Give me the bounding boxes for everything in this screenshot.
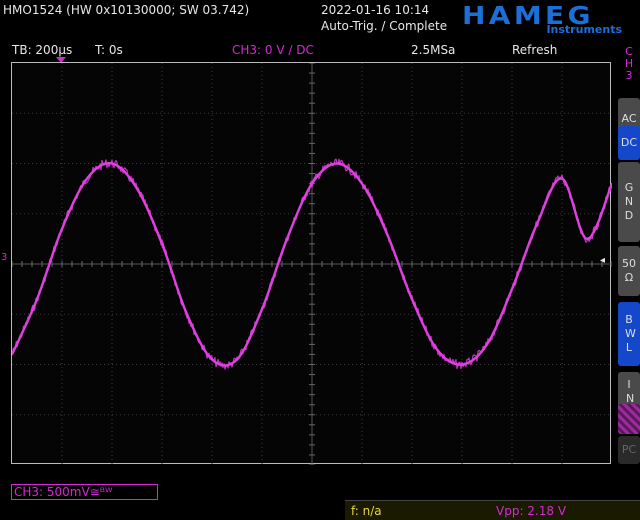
- trigger-status: Auto-Trig. / Complete: [321, 19, 448, 33]
- side-menu-channel-label: C H 3: [618, 46, 640, 82]
- trace-point: [61, 228, 63, 230]
- coupling-gnd-button[interactable]: G N D: [618, 162, 640, 242]
- channel3-scale-box[interactable]: CH3: 500mV≅ᴮᵂ: [11, 484, 158, 500]
- frequency-measurement: f: n/a: [351, 504, 382, 518]
- trace-point: [186, 313, 188, 316]
- waveform-graticule: [10, 62, 614, 466]
- trace-point: [311, 182, 313, 185]
- channel-digit-3: 3: [625, 69, 633, 82]
- trace-point: [236, 358, 238, 361]
- sample-rate-readout: 2.5MSa: [411, 43, 456, 57]
- trace-point: [336, 162, 338, 165]
- trace-point: [386, 233, 388, 235]
- bandwidth-limit-button[interactable]: B W L: [618, 302, 640, 366]
- trace-point: [36, 298, 38, 300]
- header-bar: HMO1524 (HW 0x10130000; SW 03.742) 2022-…: [0, 0, 640, 40]
- timebase-readout[interactable]: TB: 200µs: [12, 43, 72, 57]
- trace-point: [161, 243, 163, 245]
- hatched-menu-button[interactable]: [618, 404, 640, 434]
- trace-point: [486, 343, 488, 346]
- trace-point: [411, 298, 413, 300]
- trace-point: [286, 238, 288, 240]
- trace-point: [136, 187, 138, 190]
- coupling-dc-button[interactable]: DC: [618, 126, 640, 160]
- trace-point: [536, 223, 538, 225]
- logo-subtext: Instruments: [546, 23, 622, 36]
- impedance-50ohm-button[interactable]: 50 Ω: [618, 246, 640, 296]
- trigger-level-marker[interactable]: ◂: [600, 254, 605, 268]
- measurement-bar: f: n/a Vpp: 2.18 V: [345, 500, 640, 520]
- hameg-logo: HAMEG Instruments: [462, 1, 630, 37]
- waveform-display[interactable]: [10, 62, 614, 466]
- trace-point: [86, 177, 88, 180]
- trace-point: [586, 238, 588, 240]
- trace-point: [111, 162, 113, 165]
- trace-point: [261, 308, 263, 310]
- trigger-time-readout[interactable]: T: 0s: [95, 43, 123, 57]
- acquisition-mode[interactable]: Refresh: [512, 43, 557, 57]
- trace-point: [211, 358, 213, 361]
- info-bar: TB: 200µs T: 0s CH3: 0 V ∕ DC 2.5MSa Ref…: [0, 41, 612, 59]
- trace-point: [436, 348, 438, 351]
- model-info: HMO1524 (HW 0x10130000; SW 03.742): [3, 3, 250, 17]
- trace-point: [361, 182, 363, 185]
- channel3-ground-marker[interactable]: 3: [1, 251, 7, 265]
- trace-point: [511, 288, 513, 290]
- vpp-measurement: Vpp: 2.18 V: [496, 504, 567, 518]
- probe-pc-button: PC: [618, 436, 640, 464]
- trace-point: [561, 177, 563, 180]
- trace-point: [461, 363, 463, 366]
- datetime: 2022-01-16 10:14: [321, 3, 430, 17]
- channel-setting-readout[interactable]: CH3: 0 V ∕ DC: [232, 43, 314, 57]
